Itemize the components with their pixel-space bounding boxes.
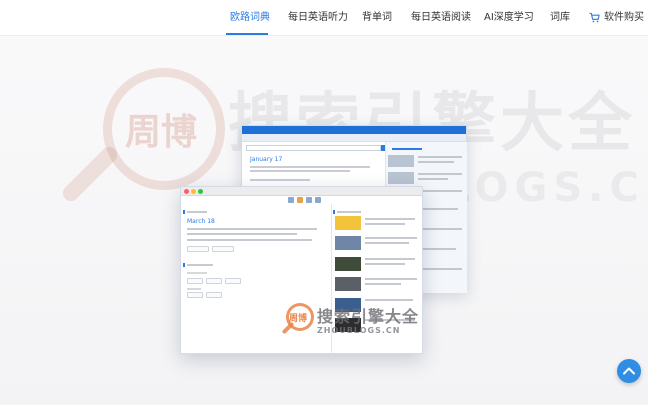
cart-icon[interactable]: [589, 12, 600, 23]
nav-wordbank[interactable]: 词库: [550, 0, 570, 36]
nav-daily-reading[interactable]: 每日英语阅读: [411, 0, 471, 36]
nav-daily-listening[interactable]: 每日英语听力: [288, 0, 348, 36]
scroll-to-top-button[interactable]: [617, 359, 641, 383]
back-window-date: January 17: [250, 156, 283, 163]
top-navbar: 欧路词典 每日英语听力 背单词 每日英语阅读 AI深度学习 词库 软件购买: [0, 0, 648, 36]
watermark-handle: [59, 143, 121, 205]
small-watermark-domain: ZHOUBLOGS.CN: [317, 326, 401, 335]
nav-active-indicator: [226, 33, 268, 35]
watermark-logo-text: 周博: [125, 112, 198, 153]
nav-vocabulary[interactable]: 背单词: [362, 0, 392, 36]
front-window-date: March 18: [187, 218, 215, 225]
window-menubar: [242, 134, 466, 142]
window-titlebar: [242, 126, 466, 134]
nav-purchase[interactable]: 软件购买: [604, 0, 644, 36]
window-search-box: [246, 145, 381, 151]
small-watermark-logo: 周博: [289, 314, 308, 324]
small-watermark-title: 搜索引擎大全: [317, 307, 420, 326]
page: 欧路词典 每日英语听力 背单词 每日英语阅读 AI深度学习 词库 软件购买 周博…: [0, 0, 648, 405]
nav-eudic[interactable]: 欧路词典: [230, 0, 270, 36]
chevron-up-icon: [623, 367, 635, 375]
window-toolbar: [286, 195, 326, 207]
nav-ai-learning[interactable]: AI深度学习: [484, 0, 534, 36]
